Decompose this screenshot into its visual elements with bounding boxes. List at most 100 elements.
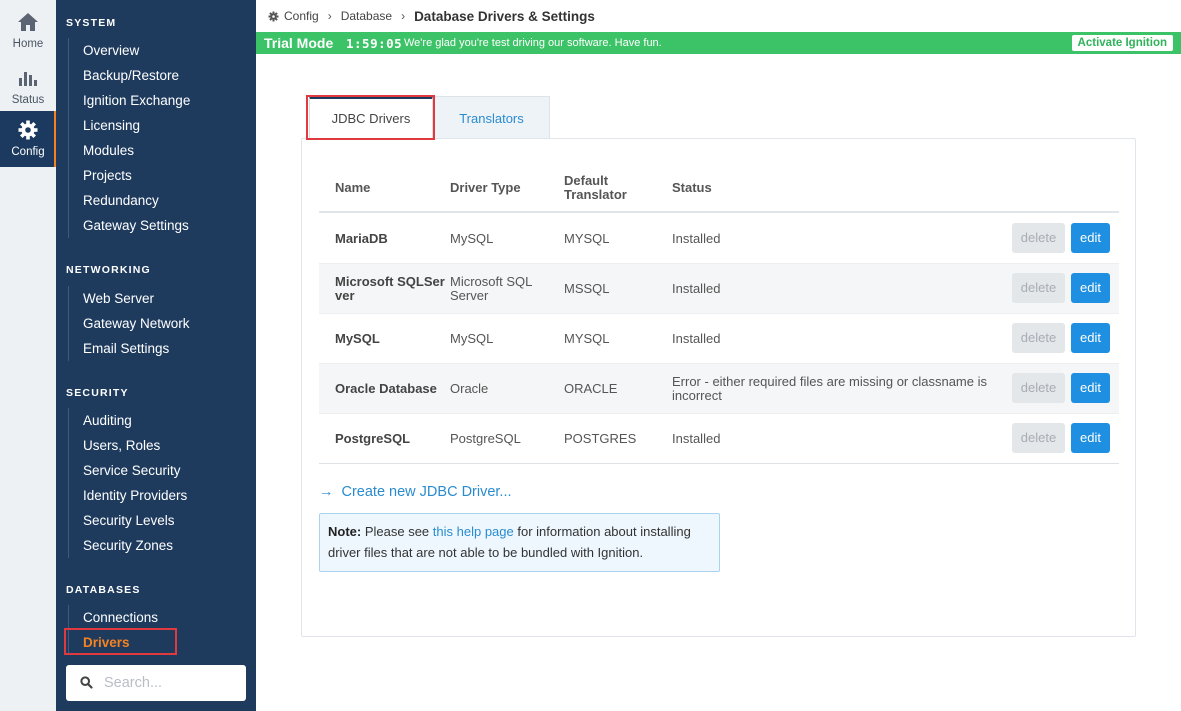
sidebar-item-overview[interactable]: Overview: [69, 38, 244, 63]
trial-timer: 1:59:05: [346, 36, 403, 51]
breadcrumb: Config › Database › Database Drivers & S…: [268, 7, 595, 25]
cell-name: MariaDB: [335, 231, 388, 246]
rail-config[interactable]: Config: [0, 111, 56, 167]
nav-group-networking: Web Server Gateway Network Email Setting…: [68, 286, 244, 361]
section-title-databases: DATABASES: [66, 584, 141, 596]
cell-driver-type: MySQL: [450, 331, 494, 346]
sidebar-item-gateway-network[interactable]: Gateway Network: [69, 311, 244, 336]
cell-status: Installed: [672, 431, 721, 446]
sidebar-item-backup-restore[interactable]: Backup/Restore: [69, 63, 244, 88]
cell-driver-type-line2: Server: [450, 288, 489, 303]
drivers-panel: Name Driver Type Default Translator Stat…: [301, 138, 1136, 637]
cell-status: Installed: [672, 281, 721, 296]
tab-translators[interactable]: Translators: [433, 96, 550, 139]
sidebar-item-gateway-settings[interactable]: Gateway Settings: [69, 213, 244, 238]
gear-icon: [18, 120, 38, 140]
gear-small-icon: [268, 11, 279, 21]
icon-rail: Home Status Config: [0, 0, 56, 711]
cell-name-line2: ver: [335, 288, 355, 303]
edit-button[interactable]: edit: [1071, 273, 1110, 303]
edit-button[interactable]: edit: [1071, 423, 1110, 453]
cell-translator: POSTGRES: [564, 431, 637, 446]
rail-status[interactable]: Status: [0, 59, 56, 115]
table-row: MySQL MySQL MYSQL Installed delete edit: [319, 314, 1119, 364]
sidebar-item-email-settings[interactable]: Email Settings: [69, 336, 244, 361]
breadcrumb-database[interactable]: Database: [341, 9, 392, 23]
cell-status-line1: Error - either required files are missin…: [672, 374, 987, 389]
activate-ignition-button[interactable]: Activate Ignition: [1071, 35, 1173, 51]
breadcrumb-config[interactable]: Config: [268, 9, 319, 23]
edit-button[interactable]: edit: [1071, 323, 1110, 353]
nav-group-databases: Connections Drivers: [68, 605, 244, 655]
cell-status: Installed: [672, 331, 721, 346]
delete-button[interactable]: delete: [1012, 223, 1065, 253]
rail-home-label: Home: [12, 38, 44, 50]
cell-name-line1: Microsoft SQLSer: [335, 274, 445, 289]
tab-jdbc-drivers[interactable]: JDBC Drivers: [309, 96, 433, 139]
note-text-line2: driver files that are not able to be bun…: [328, 545, 644, 560]
cell-translator: MYSQL: [564, 231, 610, 246]
header-driver-type: Driver Type: [450, 180, 521, 195]
sidebar-item-connections[interactable]: Connections: [69, 605, 244, 630]
header-default-translator-line2: Translator: [564, 187, 627, 202]
table-row: Microsoft SQLSer ver Microsoft SQL Serve…: [319, 264, 1119, 314]
table-row: MariaDB MySQL MYSQL Installed delete edi…: [319, 214, 1119, 264]
sidebar-item-identity-providers[interactable]: Identity Providers: [69, 483, 244, 508]
edit-button[interactable]: edit: [1071, 223, 1110, 253]
note-text-after: for information about installing: [517, 524, 691, 539]
sidebar-item-licensing[interactable]: Licensing: [69, 113, 244, 138]
nav-group-security: Auditing Users, Roles Service Security I…: [68, 408, 244, 558]
nav-group-system: Overview Backup/Restore Ignition Exchang…: [68, 38, 244, 238]
sidebar-item-drivers[interactable]: Drivers: [69, 630, 244, 655]
arrow-right-icon: →: [319, 484, 334, 500]
help-page-link[interactable]: this help page: [433, 524, 514, 539]
cell-driver-type: Oracle: [450, 381, 489, 396]
home-icon: [18, 13, 38, 31]
sidebar-item-security-zones[interactable]: Security Zones: [69, 533, 244, 558]
section-title-system: SYSTEM: [66, 17, 117, 29]
edit-button[interactable]: edit: [1071, 373, 1110, 403]
cell-driver-type: PostgreSQL: [450, 431, 521, 446]
cell-name: PostgreSQL: [335, 431, 411, 446]
section-title-networking: NETWORKING: [66, 264, 151, 276]
delete-button[interactable]: delete: [1012, 273, 1065, 303]
sidebar-item-projects[interactable]: Projects: [69, 163, 244, 188]
sidebar-item-security-levels[interactable]: Security Levels: [69, 508, 244, 533]
cell-driver-type-line1: Microsoft SQL: [450, 274, 533, 289]
cell-translator: ORACLE: [564, 381, 618, 396]
sidebar-item-ignition-exchange[interactable]: Ignition Exchange: [69, 88, 244, 113]
note-label: Note:: [328, 524, 362, 539]
page-title: Database Drivers & Settings: [414, 8, 595, 24]
cell-translator: MYSQL: [564, 331, 610, 346]
delete-button[interactable]: delete: [1012, 423, 1065, 453]
delete-button[interactable]: delete: [1012, 323, 1065, 353]
sidebar-item-modules[interactable]: Modules: [69, 138, 244, 163]
cell-status: Error - either required files are missin…: [672, 375, 987, 403]
create-jdbc-driver-link[interactable]: → Create new JDBC Driver...: [319, 484, 512, 500]
cell-translator: MSSQL: [564, 281, 610, 296]
cell-status-line2: incorrect: [672, 388, 722, 403]
trial-banner: Trial Mode 1:59:05 We're glad you're tes…: [256, 32, 1181, 54]
cell-name: Microsoft SQLSer ver: [335, 275, 447, 303]
rail-config-label: Config: [11, 146, 45, 158]
sidebar-item-redundancy[interactable]: Redundancy: [69, 188, 244, 213]
bar-chart-icon: [19, 72, 37, 86]
search-input[interactable]: [104, 672, 234, 694]
table-row: Oracle Database Oracle ORACLE Error - ei…: [319, 364, 1119, 414]
header-default-translator: Default Translator: [564, 174, 627, 202]
config-sidebar: SYSTEM Overview Backup/Restore Ignition …: [56, 0, 256, 711]
cell-name: Oracle Database: [335, 381, 437, 396]
section-title-security: SECURITY: [66, 387, 129, 399]
table-row: PostgreSQL PostgreSQL POSTGRES Installed…: [319, 414, 1119, 464]
sidebar-item-web-server[interactable]: Web Server: [69, 286, 244, 311]
sidebar-search[interactable]: [66, 665, 246, 701]
sidebar-item-auditing[interactable]: Auditing: [69, 408, 244, 433]
delete-button[interactable]: delete: [1012, 373, 1065, 403]
trial-mode-label: Trial Mode: [264, 35, 334, 51]
sidebar-item-users-roles[interactable]: Users, Roles: [69, 433, 244, 458]
chevron-right-icon: ›: [401, 9, 406, 23]
table-header: Name Driver Type Default Translator Stat…: [319, 159, 1119, 213]
sidebar-item-service-security[interactable]: Service Security: [69, 458, 244, 483]
rail-home[interactable]: Home: [0, 3, 56, 59]
header-name: Name: [335, 180, 371, 195]
